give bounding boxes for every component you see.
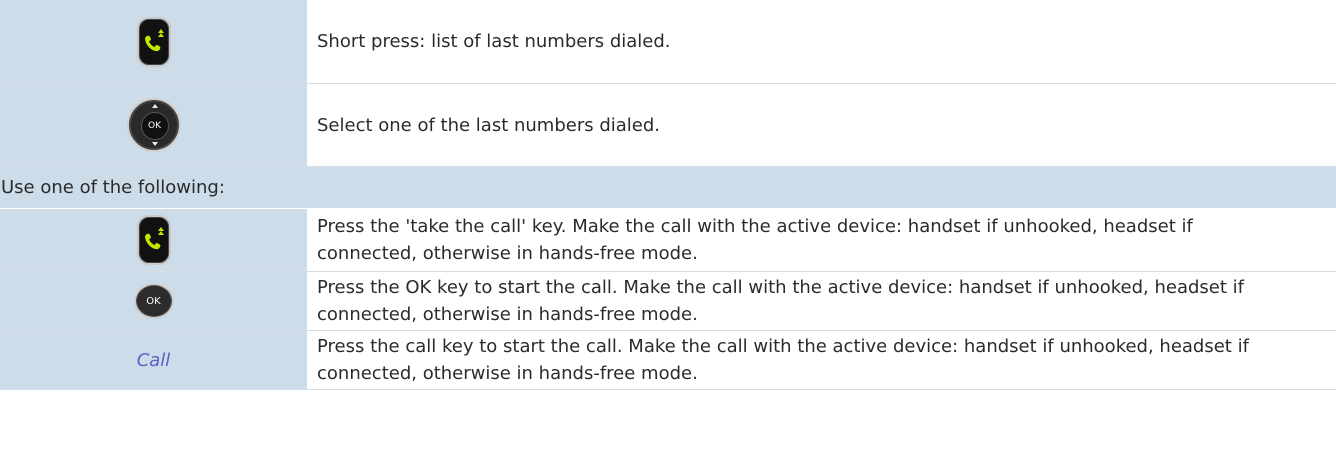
table-row: OK Press the OK key to start the call. M…	[0, 272, 1336, 331]
icon-cell	[0, 209, 308, 271]
call-softkey-label: Call	[136, 349, 171, 371]
navigator-ok-icon: OK	[126, 98, 181, 152]
take-call-key-icon	[136, 215, 171, 265]
table-row: OK Select one of the last numbers dialed…	[0, 84, 1336, 167]
table-row: Short press: list of last numbers dialed…	[0, 0, 1336, 84]
description-cell: Press the OK key to start the call. Make…	[308, 272, 1336, 330]
arrow-up-icon	[151, 104, 158, 108]
icon-cell: Call	[0, 331, 308, 389]
ok-key-icon: OK	[133, 283, 174, 319]
table-row: Call Press the call key to start the cal…	[0, 331, 1336, 390]
description-cell: Press the 'take the call' key. Make the …	[308, 209, 1336, 271]
description-cell: Select one of the last numbers dialed.	[308, 84, 1336, 166]
icon-cell	[0, 0, 308, 83]
instruction-table: Short press: list of last numbers dialed…	[0, 0, 1336, 390]
arrow-down-icon	[151, 142, 158, 146]
table-row: Press the 'take the call' key. Make the …	[0, 209, 1336, 272]
icon-cell: OK	[0, 84, 308, 166]
ok-label: OK	[140, 112, 169, 140]
description-cell: Press the call key to start the call. Ma…	[308, 331, 1336, 389]
section-header: Use one of the following:	[0, 167, 1336, 209]
icon-cell: OK	[0, 272, 308, 330]
redial-key-icon	[136, 16, 171, 67]
description-cell: Short press: list of last numbers dialed…	[308, 0, 1336, 83]
